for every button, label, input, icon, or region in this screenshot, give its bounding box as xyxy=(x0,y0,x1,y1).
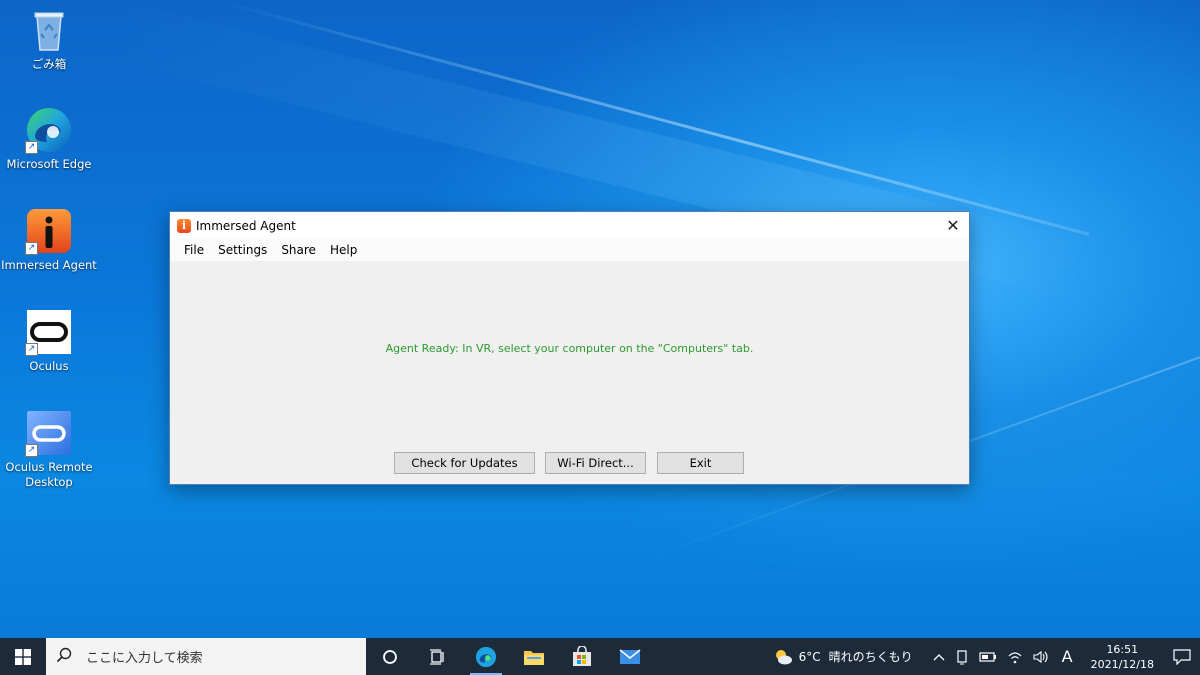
start-button[interactable] xyxy=(0,638,46,675)
weather-temp: 6°C xyxy=(798,649,821,664)
system-tray: 6°C 晴れのちくもり A 16:51 2021/12/18 xyxy=(768,638,1200,675)
speaker-icon xyxy=(1033,650,1048,663)
exit-button[interactable]: Exit xyxy=(657,452,744,474)
clock-date: 2021/12/18 xyxy=(1090,657,1154,671)
tray-volume[interactable] xyxy=(1028,650,1054,664)
immersed-agent-window: i Immersed Agent ✕ File Settings Share H… xyxy=(169,211,970,485)
app-icon: i xyxy=(177,218,191,233)
windows-logo-icon xyxy=(15,648,31,665)
tray-battery[interactable] xyxy=(974,651,1002,663)
shortcut-arrow-icon: ↗ xyxy=(25,343,38,356)
menu-help[interactable]: Help xyxy=(323,243,364,257)
recycle-bin-icon xyxy=(25,6,73,54)
tray-overflow-chevron[interactable] xyxy=(928,653,950,661)
taskbar-clock[interactable]: 16:51 2021/12/18 xyxy=(1081,642,1164,672)
taskbar-store[interactable] xyxy=(558,638,606,675)
tray-device-icon[interactable] xyxy=(950,649,974,665)
battery-icon xyxy=(979,651,996,662)
desktop-icon-label: Oculus xyxy=(29,359,69,373)
task-view-button[interactable] xyxy=(414,638,462,675)
wallpaper-beam xyxy=(219,0,1090,236)
taskbar-mail[interactable] xyxy=(606,638,654,675)
menu-bar: File Settings Share Help xyxy=(170,239,969,261)
desktop: ごみ箱 ↗ Microsoft Edge ↗ Immersed Agent ↗ … xyxy=(0,0,1200,638)
notification-icon xyxy=(1173,648,1191,665)
taskbar-search[interactable]: ここに入力して検索 xyxy=(46,638,366,675)
edge-icon xyxy=(475,646,497,667)
window-titlebar[interactable]: i Immersed Agent ✕ xyxy=(170,212,969,239)
desktop-icon-label: Oculus Remote Desktop xyxy=(5,460,93,489)
close-button[interactable]: ✕ xyxy=(937,212,969,239)
desktop-icon-label: ごみ箱 xyxy=(31,57,67,71)
search-placeholder: ここに入力して検索 xyxy=(86,651,203,666)
menu-share[interactable]: Share xyxy=(274,243,323,257)
ime-indicator[interactable]: A xyxy=(1054,647,1081,666)
desktop-icon-oculus-remote-desktop[interactable]: ↗ Oculus Remote Desktop xyxy=(1,409,97,490)
status-message: Agent Ready: In VR, select your computer… xyxy=(385,342,754,355)
immersed-agent-icon: ↗ xyxy=(25,207,73,255)
task-view-icon xyxy=(430,648,444,665)
desktop-icon-label: Microsoft Edge xyxy=(6,157,92,171)
wifi-direct-button[interactable]: Wi-Fi Direct... xyxy=(545,452,646,474)
shortcut-arrow-icon: ↗ xyxy=(25,242,38,255)
shortcut-arrow-icon: ↗ xyxy=(25,141,38,154)
store-bag-icon xyxy=(573,645,591,666)
notification-center-button[interactable] xyxy=(1164,638,1200,675)
cortana-circle-icon xyxy=(383,649,397,664)
menu-settings[interactable]: Settings xyxy=(211,243,274,257)
desktop-icon-edge[interactable]: ↗ Microsoft Edge xyxy=(1,106,97,172)
menu-file[interactable]: File xyxy=(177,243,211,257)
desktop-icon-label: Immersed Agent xyxy=(1,258,97,272)
check-for-updates-button[interactable]: Check for Updates xyxy=(394,452,535,474)
wifi-icon xyxy=(1008,651,1022,663)
oculus-remote-desktop-icon: ↗ xyxy=(25,409,73,457)
clock-time: 16:51 xyxy=(1106,642,1139,656)
desktop-icon-oculus[interactable]: ↗ Oculus xyxy=(1,308,97,374)
taskbar: ここに入力して検索 6°C 晴れのちくもり A 16:51 2021/12/18 xyxy=(0,638,1200,675)
folder-icon xyxy=(524,650,544,665)
shortcut-arrow-icon: ↗ xyxy=(25,444,38,457)
tray-wifi[interactable] xyxy=(1002,650,1028,664)
cortana-button[interactable] xyxy=(366,638,414,675)
partly-cloudy-icon xyxy=(775,649,792,664)
search-icon xyxy=(56,647,78,667)
oculus-icon: ↗ xyxy=(25,308,73,356)
mail-envelope-icon xyxy=(619,648,641,664)
window-title: Immersed Agent xyxy=(196,218,296,233)
device-icon xyxy=(957,649,967,664)
weather-condition: 晴れのちくもり xyxy=(828,650,913,664)
taskbar-file-explorer[interactable] xyxy=(510,638,558,675)
taskbar-edge[interactable] xyxy=(462,638,510,675)
desktop-icon-recycle-bin[interactable]: ごみ箱 xyxy=(1,6,97,72)
chevron-up-icon xyxy=(933,653,945,660)
weather-widget[interactable]: 6°C 晴れのちくもり xyxy=(768,648,918,666)
edge-icon: ↗ xyxy=(25,106,73,154)
desktop-icon-immersed-agent[interactable]: ↗ Immersed Agent xyxy=(1,207,97,273)
